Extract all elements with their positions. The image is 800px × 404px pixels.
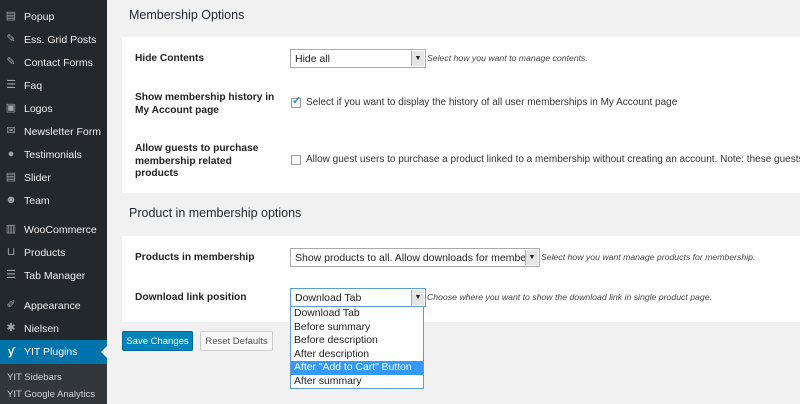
sidebar-item-testimonials[interactable]: ● Testimonials	[0, 143, 107, 166]
chevron-down-icon: ▼	[525, 250, 538, 265]
history-checkbox[interactable]: ✓	[291, 95, 302, 108]
sidebar-item-label: Nielsen	[24, 322, 60, 335]
dropdown-option-highlighted[interactable]: After "Add to Cart" Button	[291, 361, 423, 375]
admin-sidebar: ▤ Popup ✎ Ess. Grid Posts ✎ Contact Form…	[0, 0, 107, 404]
cart-icon: ⊔	[6, 246, 16, 258]
chevron-down-icon: ▼	[411, 51, 424, 66]
membership-options-panel: Hide Contents Hide all ▼ Select how you …	[122, 37, 800, 193]
history-label-line1: Show membership history in	[135, 92, 275, 103]
woo-icon: ▥	[5, 223, 17, 235]
sidebar-item-products[interactable]: ⊔ Products	[0, 241, 107, 264]
products-in-membership-description: Select how you want manage products for …	[541, 252, 756, 262]
chevron-down-icon: ▼	[411, 290, 424, 305]
dropdown-option[interactable]: Before summary	[291, 321, 423, 335]
guests-label-line1: Allow guests to purchase	[135, 143, 259, 154]
sidebar-item-label: WooCommerce	[24, 223, 97, 236]
comment-icon: ●	[7, 148, 15, 160]
product-options-panel: Products in membership Show products to …	[122, 236, 800, 322]
products-in-membership-label: Products in membership	[135, 252, 255, 263]
sidebar-item-label: Logos	[24, 102, 53, 115]
history-text: Select if you want to display the histor…	[306, 97, 678, 108]
sidebar-item-label: Tab Manager	[24, 269, 86, 282]
sidebar-item-label: Newsletter Form	[24, 125, 102, 138]
section-title-membership: Membership Options	[129, 8, 245, 22]
sidebar-item-label: Testimonials	[24, 148, 82, 161]
sidebar-item-label: YIT Plugins	[24, 346, 78, 358]
sidebar-item-yit-plugins[interactable]: ƴ YIT Plugins	[0, 340, 107, 364]
sidebar-item-slider[interactable]: ▤ Slider	[0, 166, 107, 189]
hide-contents-description: Select how you want to manage contents.	[427, 53, 588, 63]
hide-contents-select[interactable]: Hide all ▼	[290, 49, 426, 68]
download-link-description: Choose where you want to show the downlo…	[427, 292, 712, 302]
sidebar-item-woocommerce[interactable]: ▥ WooCommerce	[0, 218, 107, 241]
guests-label: Allow guests to purchase membership rela…	[135, 143, 258, 181]
page-icon: ▤	[5, 171, 17, 183]
guests-label-line3: products	[135, 168, 179, 179]
sidebar-submenu: YIT Sidebars YIT Google Analytics	[0, 364, 107, 404]
yit-icon: ƴ	[7, 345, 15, 358]
checkmark-icon: ✓	[292, 95, 302, 107]
sidebar-item-appearance[interactable]: ✐ Appearance	[0, 294, 107, 317]
brush-icon: ✐	[6, 299, 16, 311]
dropdown-option[interactable]: After description	[291, 348, 423, 362]
pin-icon: ✎	[6, 56, 16, 68]
save-changes-button[interactable]: Save Changes	[122, 331, 193, 351]
pin-icon: ✎	[6, 33, 16, 45]
download-link-select[interactable]: Download Tab ▼	[290, 288, 426, 307]
image-icon: ▣	[5, 102, 17, 114]
section-title-products: Product in membership options	[129, 206, 302, 220]
history-label: Show membership history in My Account pa…	[135, 92, 274, 117]
download-link-value: Download Tab	[295, 291, 362, 304]
sidebar-item-nielsen[interactable]: ✱ Nielsen	[0, 317, 107, 340]
dropdown-option[interactable]: After summary	[291, 375, 423, 389]
sidebar-item-label: Appearance	[24, 299, 81, 312]
guests-checkbox[interactable]	[291, 155, 301, 165]
sidebar-item-label: Slider	[24, 171, 51, 184]
sidebar-item-team[interactable]: ☻ Team	[0, 189, 107, 212]
people-icon: ☻	[5, 194, 17, 206]
sidebar-item-newsletter-form[interactable]: ✉ Newsletter Form	[0, 120, 107, 143]
download-link-dropdown-list: Download Tab Before summary Before descr…	[290, 306, 424, 389]
guests-text: Allow guest users to purchase a product …	[306, 154, 800, 165]
products-in-membership-select[interactable]: Show products to all. Allow downloads fo…	[290, 248, 540, 267]
mail-icon: ✉	[6, 125, 16, 137]
products-in-membership-value: Show products to all. Allow downloads fo…	[295, 251, 535, 264]
download-link-label: Download link position	[135, 292, 247, 303]
sidebar-item-ess-grid-posts[interactable]: ✎ Ess. Grid Posts	[0, 28, 107, 51]
history-label-line2: My Account page	[135, 104, 219, 116]
sidebar-item-tab-manager[interactable]: ☰ Tab Manager	[0, 264, 107, 287]
page-icon: ▤	[5, 10, 17, 22]
sidebar-item-logos[interactable]: ▣ Logos	[0, 97, 107, 120]
wrench-icon: ✱	[6, 322, 16, 334]
list-icon: ☰	[6, 79, 16, 91]
sidebar-item-label: Contact Forms	[24, 56, 93, 69]
sidebar-item-label: Popup	[24, 10, 55, 23]
dropdown-option[interactable]: Before description	[291, 334, 423, 348]
list-icon: ☰	[6, 269, 16, 281]
submenu-item-yit-google-analytics[interactable]: YIT Google Analytics	[7, 389, 95, 400]
hide-contents-value: Hide all	[295, 52, 331, 65]
sidebar-item-popup[interactable]: ▤ Popup	[0, 5, 107, 28]
sidebar-item-label: Team	[24, 194, 50, 207]
sidebar-item-label: Ess. Grid Posts	[24, 33, 97, 46]
dropdown-option[interactable]: Download Tab	[291, 307, 423, 321]
submenu-item-yit-sidebars[interactable]: YIT Sidebars	[7, 372, 62, 383]
sidebar-item-label: Products	[24, 246, 66, 259]
sidebar-item-faq[interactable]: ☰ Faq	[0, 74, 107, 97]
main-content: Membership Options Hide Contents Hide al…	[107, 0, 800, 404]
hide-contents-label: Hide Contents	[135, 53, 205, 64]
sidebar-item-contact-forms[interactable]: ✎ Contact Forms	[0, 51, 107, 74]
reset-defaults-button[interactable]: Reset Defaults	[200, 331, 273, 351]
sidebar-item-label: Faq	[24, 79, 43, 92]
guests-label-line2: membership related	[135, 155, 232, 167]
